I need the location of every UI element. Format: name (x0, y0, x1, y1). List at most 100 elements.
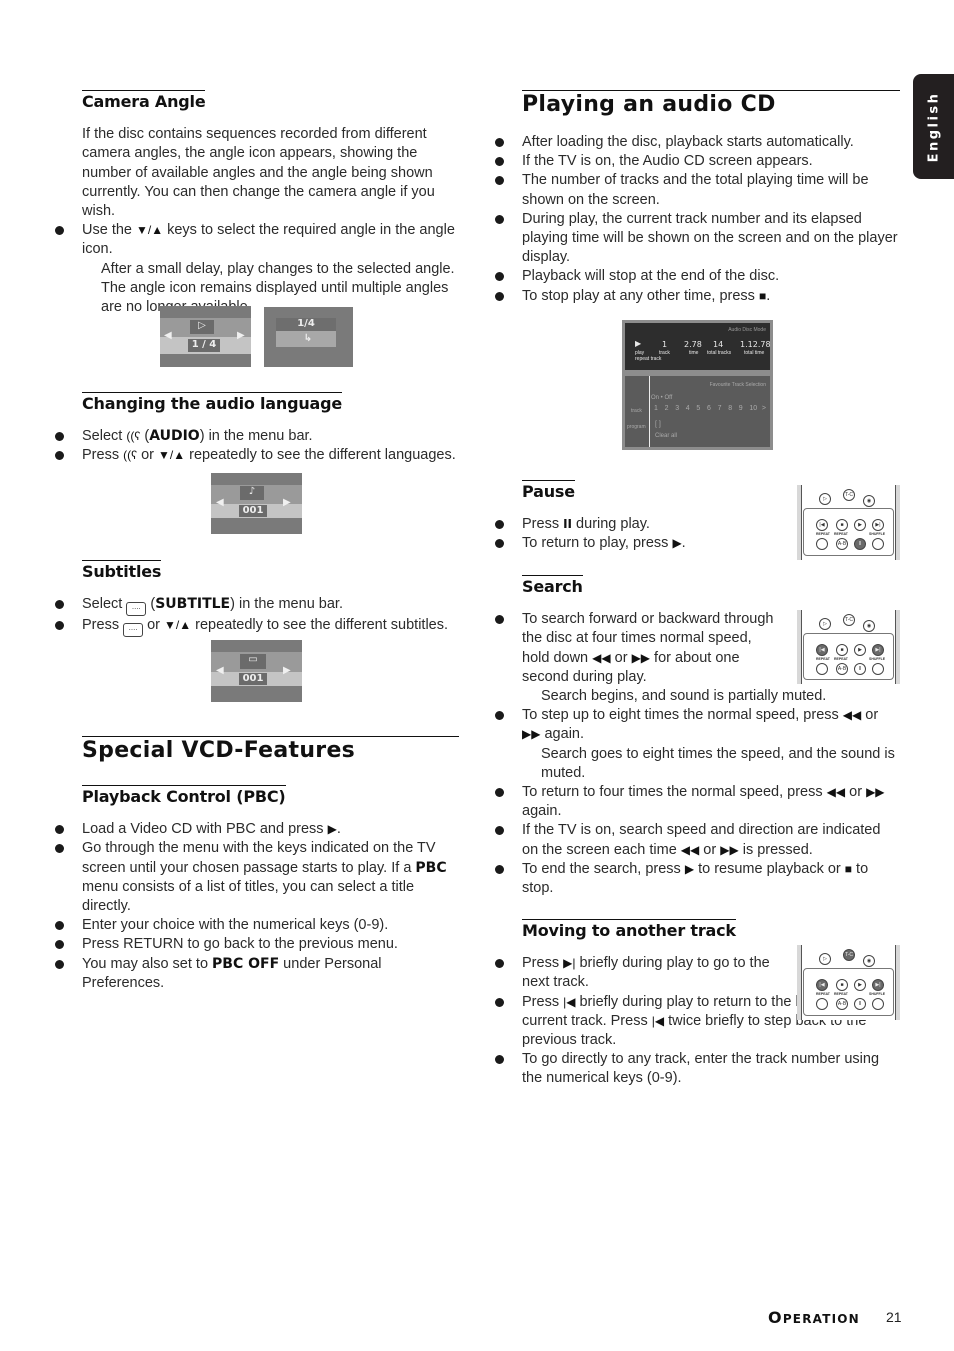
bullet-icon (55, 451, 64, 461)
bullet-icon (495, 272, 504, 282)
left-arrow-icon: ◀ (216, 665, 224, 676)
mode-label: Audio Disc Mode (728, 327, 766, 333)
list-item: If the TV is on, search speed and direct… (495, 821, 900, 859)
list-item: Press .... or ▼/▲ repeatedly to see the … (55, 616, 472, 638)
track-number: 1 (654, 405, 658, 412)
list-item: To return to play, press ▶. (495, 534, 782, 553)
audio-icon: ♪ (240, 486, 264, 500)
language-tab-label: English (926, 91, 941, 162)
previous-button-highlight: |◀ (816, 979, 828, 991)
bullet-icon (495, 520, 504, 530)
camera-icon: ↳ (303, 333, 313, 344)
total-time-value: 1.12.78 (740, 340, 771, 349)
fast-forward-icon: ▶▶ (631, 650, 651, 665)
language-tab: English (913, 74, 954, 179)
rewind-icon: ◀◀ (826, 785, 846, 800)
bullet-icon (495, 615, 504, 625)
total-time-label: total time (744, 350, 765, 356)
angle-icon: ▷ (190, 320, 214, 334)
rewind-icon: ◀◀ (680, 842, 700, 857)
bullet-icon (495, 864, 504, 874)
down-up-keys-icon: ▼/▲ (136, 223, 164, 238)
bullet-icon (495, 539, 504, 549)
list-item: To search forward or backward through th… (495, 610, 777, 687)
audio-icon: ((ʕ (123, 448, 138, 463)
bullet-icon (495, 997, 504, 1007)
stop-icon: ■ (844, 861, 853, 876)
audio-osd-image: ♪ 001 ◀ ▶ (211, 473, 302, 534)
list-item: To go directly to any track, enter the t… (495, 1050, 900, 1088)
angle-value: 1 / 4 (188, 339, 220, 352)
camera-angle-heading: Camera Angle (82, 90, 206, 111)
list-item: To stop play at any other time, press ■. (495, 287, 900, 306)
list-item: Press II during play. (495, 515, 782, 534)
play-icon: ▶ (672, 536, 682, 551)
bullet-icon (55, 825, 64, 835)
vcd-title: Special VCD-Features (82, 736, 459, 765)
remote-image-search: ▷ T-C ◉ |◀ ■ ▶ ▶| REPEAT REPEAT SHUFFLE … (797, 610, 900, 684)
subtitles-heading: Subtitles (82, 560, 162, 581)
down-up-keys-icon: ▼/▲ (164, 618, 192, 633)
bullet-icon (495, 788, 504, 798)
list-item: Select ((ʕ (AUDIO) in the menu bar. (55, 427, 472, 446)
previous-track-icon: |◀ (563, 994, 576, 1009)
clear-all-option: Clear all (655, 433, 678, 439)
list-item: Go through the menu with the keys indica… (55, 839, 459, 916)
play-icon: ▶ (684, 861, 695, 876)
remote-image-pause: ▷ T-C ◉ |◀ ■ ▶ ▶| REPEAT REPEAT SHUFFLE … (797, 485, 900, 560)
list-item: Playback will stop at the end of the dis… (495, 267, 900, 286)
favourite-title: Favourite Track Selection (709, 382, 766, 388)
list-item: Press RETURN to go back to the previous … (55, 935, 459, 954)
list-item: To step up to eight times the normal spe… (495, 706, 900, 744)
program-label: program (627, 424, 646, 430)
down-up-keys-icon: ▼/▲ (158, 448, 186, 463)
list-item: The number of tracks and the total playi… (495, 171, 900, 209)
list-item: Enter your choice with the numerical key… (55, 916, 459, 935)
bullet-icon (495, 176, 504, 186)
rewind-icon: ◀◀ (842, 708, 862, 723)
vcd-section: Special VCD-Features Playback Control (P… (55, 736, 459, 993)
camera-angle-section: Camera Angle If the disc contains sequen… (55, 90, 462, 317)
left-arrow-icon: ◀ (216, 497, 224, 508)
list-item: You may also set to PBC OFF under Person… (55, 955, 459, 993)
track-number: 10 (749, 405, 758, 412)
favourite-track-panel: Favourite Track Selection On • Off track… (625, 376, 770, 447)
next-button-highlight: ▶| (872, 979, 884, 991)
subtitle-value: 001 (239, 673, 267, 685)
bullet-icon (495, 138, 504, 147)
footer-section-name: OPERATION (768, 1308, 860, 1327)
search-note-1: Search begins, and sound is partially mu… (541, 688, 827, 705)
bullet-icon (495, 291, 504, 301)
audio-language-section: Changing the audio language Select ((ʕ (… (55, 392, 472, 466)
pause-button-highlight: II (854, 538, 866, 550)
subtitle-icon: .... (126, 602, 147, 617)
time-label: time (689, 350, 699, 356)
bullet-icon (495, 214, 504, 224)
audio-icon: ((ʕ (126, 429, 141, 444)
bullet-icon (495, 1055, 504, 1065)
fast-forward-icon: ▶▶ (866, 785, 885, 800)
subtitle-osd-image: ▭ 001 ◀ ▶ (211, 640, 302, 702)
forward-button-highlight: ▶| (872, 644, 884, 656)
pause-heading: Pause (522, 480, 575, 501)
angle-value: 1/4 (276, 318, 336, 331)
list-item: If the TV is on, the Audio CD screen app… (495, 152, 900, 171)
track-number: 6 (707, 405, 711, 412)
list-item: Press ▶| briefly during play to go to th… (495, 954, 782, 992)
bullet-icon (55, 921, 64, 931)
audio-cd-title: Playing an audio CD (522, 90, 900, 119)
right-arrow-icon: ▶ (283, 497, 291, 508)
audio-value: 001 (239, 505, 267, 517)
camera-angle-intro: If the disc contains sequences recorded … (82, 126, 435, 220)
list-item: After loading the disc, playback starts … (495, 133, 900, 152)
track-number: 3 (675, 405, 680, 412)
list-item: Load a Video CD with PBC and press ▶. (55, 820, 459, 839)
program-value: [ ] (655, 421, 661, 428)
fast-forward-icon: ▶▶ (720, 842, 739, 857)
bullet-icon (55, 621, 64, 631)
page-number: 21 (886, 1309, 902, 1325)
list-item: Select .... (SUBTITLE) in the menu bar. (55, 595, 472, 617)
bullet-icon (55, 600, 64, 610)
pause-section: Pause Press II during play. To return to… (495, 480, 782, 554)
bullet-icon (495, 959, 504, 969)
